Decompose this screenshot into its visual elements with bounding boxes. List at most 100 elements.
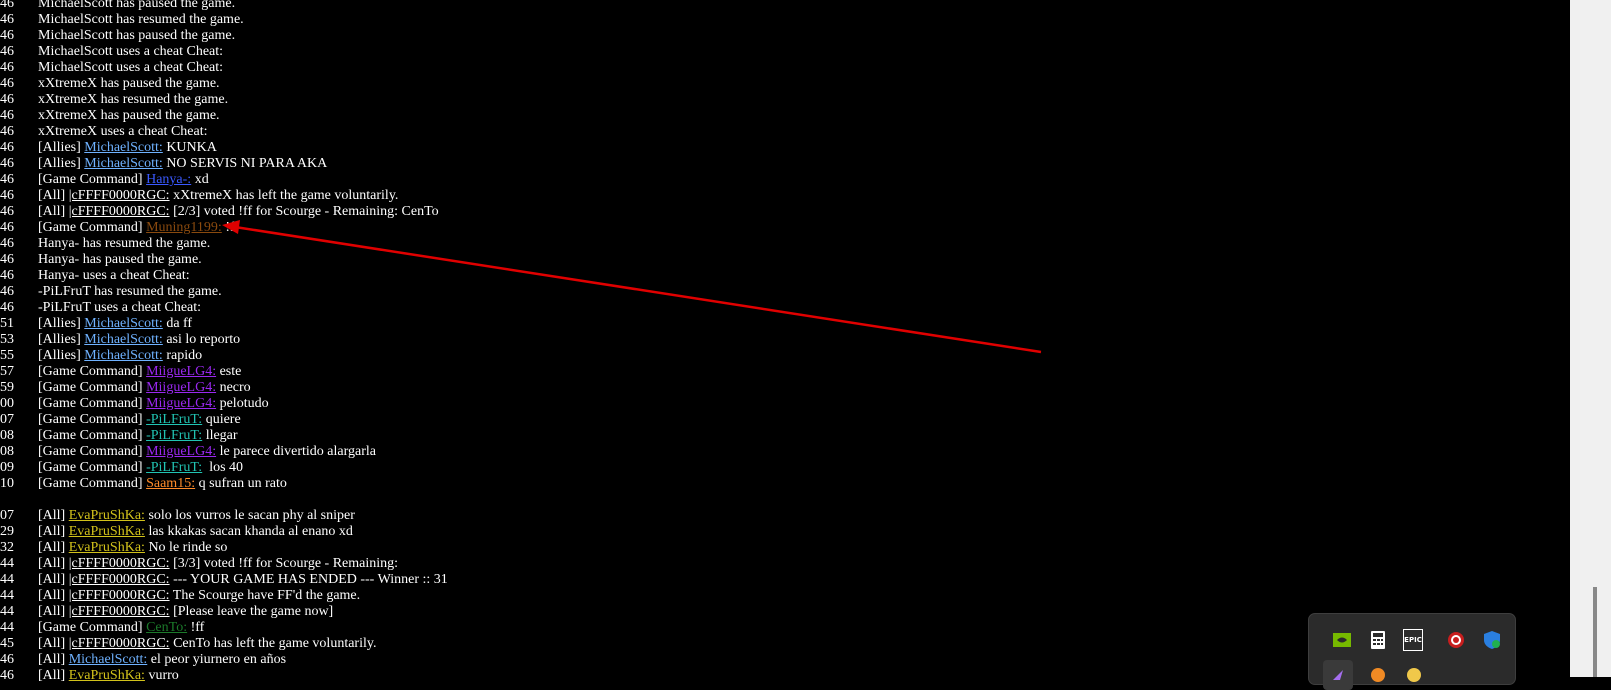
chat-text: necro [216,380,251,395]
chat-timestamp: 46 [0,188,14,203]
chat-message: [All] EvaPruShKa: vurro [38,668,179,684]
player-name-link[interactable]: CenTo: [146,620,187,635]
chat-timestamp: 32 [0,540,14,555]
chat-line: 59 [Game Command] MiigueLG4: necro [0,380,1570,396]
chat-text: [3/3] voted !ff for Scourge - Remaining: [169,556,399,571]
chat-text: el peor yiurnero en años [147,652,287,667]
player-name-link[interactable]: |cFFFF0000RGC: [69,572,170,587]
chat-message: [Allies] MichaelScott: da ff [38,316,192,332]
chat-line: 10 [Game Command] Saam15: q sufran un rat… [0,476,1570,492]
chat-line: 00 [Game Command] MiigueLG4: pelotudo [0,396,1570,412]
player-name-link[interactable]: EvaPruShKa: [69,540,145,555]
player-name-link[interactable]: |cFFFF0000RGC: [69,604,170,619]
chat-line: 08 [Game Command] MiigueLG4: le parece di… [0,444,1570,460]
chat-timestamp: 46 [0,92,14,107]
chat-channel: [All] [38,636,69,651]
player-name-link[interactable]: MichaelScott: [84,332,163,347]
chat-text: xd [191,172,209,187]
player-name-link[interactable]: MiigueLG4: [146,444,216,459]
chat-message: xXtremeX has paused the game. [38,76,220,92]
chat-line: 07 [Game Command] -PiLFruT: quiere [0,412,1570,428]
chat-message: [All] MichaelScott: el peor yiurnero en … [38,652,286,668]
scrollbar-thumb[interactable] [1593,587,1597,677]
player-name-link[interactable]: -PiLFruT: [146,428,202,443]
chat-line: 46 MichaelScott uses a cheat Cheat: [0,44,1570,60]
player-name-link[interactable]: Muning1199: [146,220,222,235]
player-name-link[interactable]: EvaPruShKa: [69,508,145,523]
chat-text: llegar [202,428,238,443]
chat-timestamp: 46 [0,284,14,299]
chat-text: asi lo reporto [162,332,241,347]
chat-text: los 40 [202,460,244,475]
chat-timestamp: 44 [0,604,14,619]
chat-channel: [All] [38,524,69,539]
chat-line: 46 [All] |cFFFF0000RGC: xXtremeX has left… [0,188,1570,204]
chat-line: 51 [Allies] MichaelScott: da ff [0,316,1570,332]
chat-message: [Allies] MichaelScott: asi lo reporto [38,332,240,348]
chat-timestamp: 46 [0,252,14,267]
chat-channel: [Allies] [38,348,85,363]
chat-text: !ff [187,620,205,635]
chat-text: pelotudo [216,396,269,411]
windows-security-icon[interactable] [1481,629,1503,651]
chat-line: 46 Hanya- uses a cheat Cheat: [0,268,1570,284]
player-name-link[interactable]: MiigueLG4: [146,364,216,379]
player-name-link[interactable]: MichaelScott: [84,348,163,363]
chat-message: [All] EvaPruShKa: solo los vurros le sac… [38,508,355,524]
chat-channel: [Game Command] [38,428,147,443]
chat-timestamp: 46 [0,652,14,667]
chat-channel: [Game Command] [38,444,147,459]
player-name-link[interactable]: Hanya-: [146,172,191,187]
chat-line: 46 Hanya- has resumed the game. [0,236,1570,252]
chat-timestamp: 59 [0,380,14,395]
chat-line: 57 [Game Command] MiigueLG4: este [0,364,1570,380]
chat-timestamp: 09 [0,460,14,475]
player-name-link[interactable]: |cFFFF0000RGC: [69,188,170,203]
player-name-link[interactable]: |cFFFF0000RGC: [69,204,170,219]
player-name-link[interactable]: Saam15: [146,476,195,491]
chat-message: Hanya- uses a cheat Cheat: [38,268,190,284]
app-orange-icon[interactable] [1367,664,1389,686]
chat-log: 46 MichaelScott has paused the game. 46 Mic… [0,0,1570,684]
chat-timestamp: 46 [0,0,14,11]
player-name-link[interactable]: EvaPruShKa: [69,668,145,683]
epic-games-icon[interactable]: EPIC [1403,629,1423,651]
calculator-icon[interactable] [1367,629,1389,651]
chat-timestamp: 44 [0,620,14,635]
chat-line: 53 [Allies] MichaelScott: asi lo reporto [0,332,1570,348]
chat-text: Hanya- uses a cheat Cheat: [38,268,190,283]
scrollbar[interactable] [1570,0,1611,677]
chat-text: The Scourge have FF'd the game. [169,588,361,603]
player-name-link[interactable]: MichaelScott: [84,140,163,155]
app-purple-icon[interactable] [1323,660,1353,690]
chat-text: xXtremeX has paused the game. [38,108,220,123]
player-name-link[interactable]: |cFFFF0000RGC: [69,556,170,571]
chat-timestamp: 29 [0,524,14,539]
chat-message: [Game Command] MiigueLG4: le parece dive… [38,444,376,460]
chat-text: [Please leave the game now] [169,604,334,619]
chat-timestamp: 46 [0,76,14,91]
chat-timestamp: 46 [0,668,14,683]
player-name-link[interactable]: MichaelScott: [84,316,163,331]
chat-line: 46 xXtremeX has paused the game. [0,108,1570,124]
chat-line: 32 [All] EvaPruShKa: No le rinde so [0,540,1570,556]
nvidia-icon[interactable] [1331,629,1353,651]
chat-timestamp: 53 [0,332,14,347]
player-name-link[interactable]: MichaelScott: [69,652,148,667]
chat-timestamp: 46 [0,220,14,235]
player-name-link[interactable]: MichaelScott: [84,156,163,171]
chat-text: MichaelScott uses a cheat Cheat: [38,60,224,75]
player-name-link[interactable]: MiigueLG4: [146,396,216,411]
player-name-link[interactable]: MiigueLG4: [146,380,216,395]
chat-message: [Game Command] MiigueLG4: pelotudo [38,396,269,412]
player-name-link[interactable]: -PiLFruT: [146,412,202,427]
player-name-link[interactable]: |cFFFF0000RGC: [69,588,170,603]
player-name-link[interactable]: EvaPruShKa: [69,524,145,539]
chat-message: MichaelScott has resumed the game. [38,12,244,28]
chat-text: da ff [162,316,193,331]
app-red-icon[interactable] [1445,629,1467,651]
chat-timestamp: 46 [0,12,14,27]
app-yellow-icon[interactable] [1403,664,1425,686]
player-name-link[interactable]: |cFFFF0000RGC: [69,636,170,651]
player-name-link[interactable]: -PiLFruT: [146,460,202,475]
